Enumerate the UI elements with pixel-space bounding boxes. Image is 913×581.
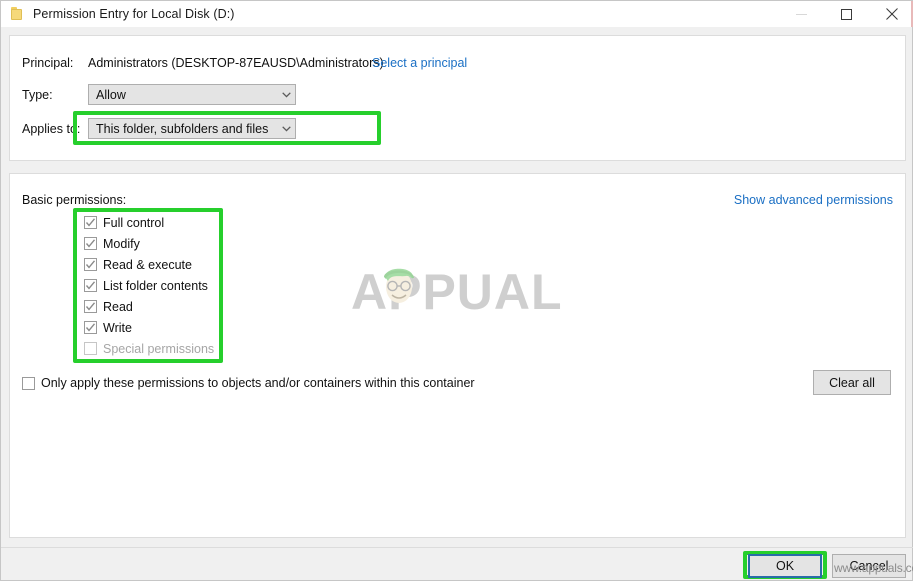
chevron-down-icon [278, 119, 295, 138]
only-apply-row[interactable]: Only apply these permissions to objects … [22, 376, 475, 390]
principal-value: Administrators (DESKTOP-87EAUSD\Administ… [88, 56, 384, 70]
checkbox-full-control[interactable] [84, 216, 97, 229]
cancel-button[interactable]: Cancel [832, 554, 906, 578]
permission-label: Modify [103, 236, 140, 251]
principal-panel: Principal: Administrators (DESKTOP-87EAU… [9, 35, 906, 161]
permission-row-special-permissions: Special permissions [84, 338, 214, 359]
checkbox-write[interactable] [84, 321, 97, 334]
checkbox-only-apply[interactable] [22, 376, 35, 390]
permission-row-read-execute[interactable]: Read & execute [84, 254, 214, 275]
checkbox-list-folder-contents[interactable] [84, 279, 97, 292]
clear-all-button[interactable]: Clear all [813, 370, 891, 395]
type-dropdown[interactable]: Allow [88, 84, 296, 105]
titlebar: Permission Entry for Local Disk (D:) [1, 1, 913, 27]
permissions-list: Full control Modify Read & execute List … [84, 212, 214, 359]
footer-divider [1, 547, 913, 548]
maximize-icon[interactable] [824, 1, 869, 27]
permissions-panel: Basic permissions: Show advanced permiss… [9, 173, 906, 538]
type-label: Type: [22, 88, 53, 102]
window-title: Permission Entry for Local Disk (D:) [33, 7, 235, 21]
permission-label: Special permissions [103, 341, 215, 356]
permission-row-write[interactable]: Write [84, 317, 214, 338]
minimize-icon[interactable] [779, 1, 824, 27]
permission-label: Write [103, 320, 132, 335]
permission-label: List folder contents [103, 278, 208, 293]
select-principal-link[interactable]: Select a principal [372, 56, 467, 70]
permission-row-full-control[interactable]: Full control [84, 212, 214, 233]
permission-row-modify[interactable]: Modify [84, 233, 214, 254]
applies-to-dropdown[interactable]: This folder, subfolders and files [88, 118, 296, 139]
principal-label: Principal: [22, 56, 74, 70]
checkbox-special-permissions [84, 342, 97, 355]
window-controls [779, 1, 913, 27]
permission-row-read[interactable]: Read [84, 296, 214, 317]
show-advanced-permissions-link[interactable]: Show advanced permissions [734, 193, 893, 207]
permission-entry-dialog: Permission Entry for Local Disk (D:) Pri… [0, 0, 913, 581]
permission-label: Read [103, 299, 133, 314]
chevron-down-icon [278, 85, 295, 104]
basic-permissions-label: Basic permissions: [22, 193, 127, 207]
permission-row-list-folder-contents[interactable]: List folder contents [84, 275, 214, 296]
only-apply-label: Only apply these permissions to objects … [41, 376, 475, 390]
folder-icon [9, 6, 25, 22]
checkbox-read[interactable] [84, 300, 97, 313]
checkbox-modify[interactable] [84, 237, 97, 250]
applies-to-label: Applies to: [22, 122, 81, 136]
applies-to-value: This folder, subfolders and files [96, 121, 269, 136]
close-icon[interactable] [869, 1, 913, 27]
checkbox-read-execute[interactable] [84, 258, 97, 271]
type-value: Allow [96, 87, 126, 102]
permission-label: Read & execute [103, 257, 192, 272]
permission-label: Full control [103, 215, 165, 230]
ok-button[interactable]: OK [748, 554, 822, 578]
